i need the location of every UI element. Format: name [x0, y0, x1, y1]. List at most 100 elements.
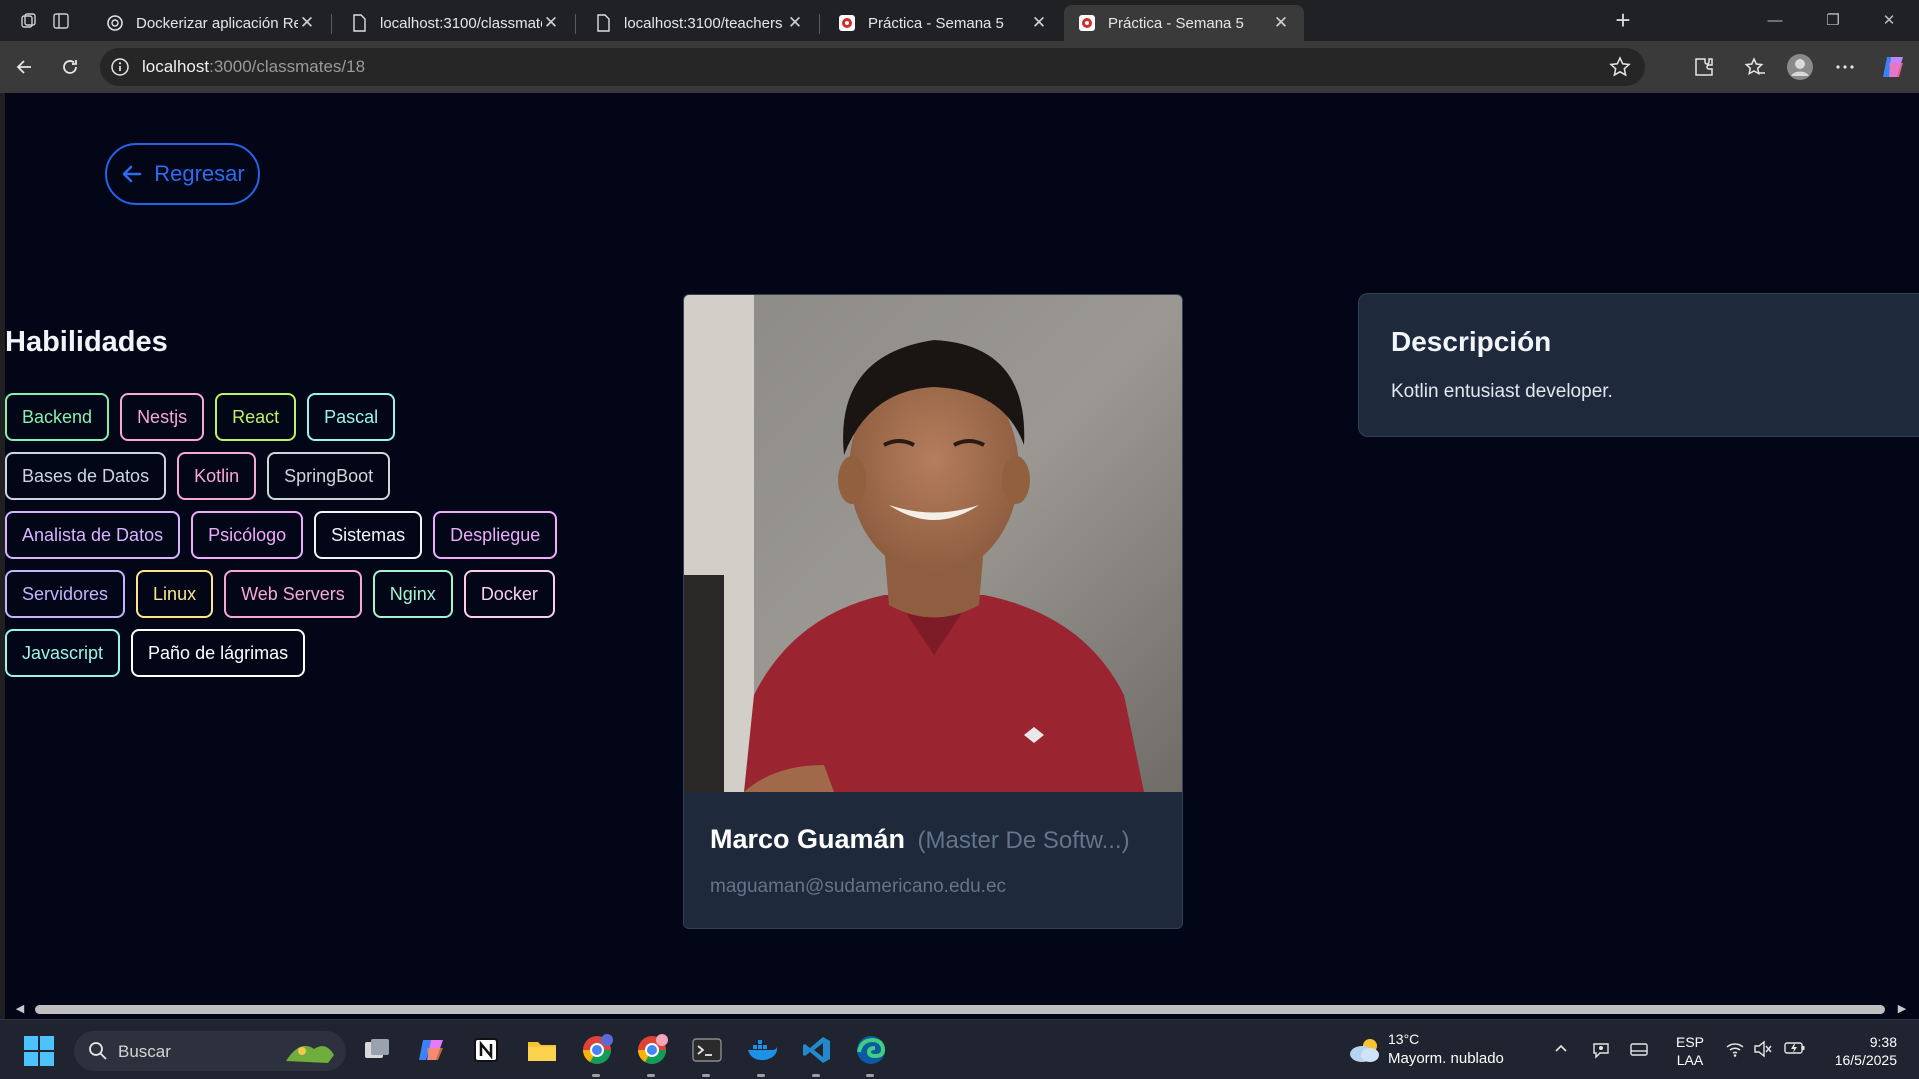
chevron-up-icon[interactable] — [1550, 1040, 1572, 1062]
file-explorer-icon[interactable] — [525, 1033, 559, 1067]
close-icon[interactable]: ✕ — [298, 14, 316, 32]
edge-icon[interactable] — [854, 1033, 888, 1067]
search-highlight-icon — [286, 1045, 334, 1063]
skill-chip: Docker — [463, 570, 555, 618]
tab-dockerizar[interactable]: Dockerizar aplicación React ✕ — [92, 5, 330, 41]
clock[interactable]: 9:38 16/5/2025 — [1835, 1033, 1897, 1069]
weather-temperature: 13°C — [1388, 1031, 1420, 1047]
minimize-button[interactable]: — — [1752, 6, 1798, 36]
back-arrow-icon[interactable] — [8, 51, 40, 83]
tab-title: localhost:3100/teachers — [624, 14, 783, 32]
skill-chip: Servidores — [5, 570, 126, 618]
tab-practica-1[interactable]: Práctica - Semana 5 ✕ — [824, 5, 1062, 41]
scroll-right-icon[interactable]: ▶ — [1895, 1002, 1909, 1016]
windows-start-icon[interactable] — [24, 1036, 54, 1066]
skill-chip: Despliegue — [433, 511, 558, 559]
taskbar: Buscar 13°C Mayorm. nublado ESP LAA 9:38… — [0, 1019, 1919, 1079]
skill-chip: Paño de lágrimas — [131, 629, 306, 677]
keyboard-layout: LAA — [1676, 1052, 1704, 1068]
extensions-icon[interactable] — [1689, 52, 1719, 82]
docker-icon[interactable] — [745, 1033, 779, 1067]
battery-charging-icon[interactable] — [1784, 1040, 1806, 1062]
cloudy-weather-icon — [1350, 1039, 1379, 1062]
more-options-icon[interactable] — [1830, 52, 1860, 82]
profile-card: Marco Guamán (Master De Softw...) maguam… — [683, 294, 1183, 929]
profile-role: (Master De Softw...) — [917, 827, 1130, 854]
browser-toolbar: localhost:3000/classmates/18 — [0, 41, 1919, 93]
page-viewport: Regresar Habilidades Backend Nestjs React P… — [5, 93, 1919, 999]
skill-chip: SpringBoot — [267, 452, 391, 500]
tab-title: Dockerizar aplicación React — [136, 14, 298, 32]
favorite-star-icon[interactable] — [1609, 56, 1631, 78]
workspaces-icon[interactable] — [16, 8, 42, 34]
search-icon — [89, 1042, 107, 1060]
skill-chip: Kotlin — [177, 452, 257, 500]
skill-chip: Bases de Datos — [5, 452, 167, 500]
back-button-label: Regresar — [154, 161, 245, 186]
restore-button[interactable]: ❐ — [1810, 6, 1856, 36]
favorites-icon[interactable] — [1740, 52, 1770, 82]
new-tab-button[interactable]: + — [1608, 6, 1638, 36]
skill-chip: Javascript — [5, 629, 121, 677]
scroll-left-icon[interactable]: ◀ — [13, 1002, 27, 1016]
scrollbar-thumb[interactable] — [35, 1005, 1885, 1014]
chatgpt-icon — [106, 14, 124, 32]
skill-chip: Web Servers — [224, 570, 362, 618]
tab-title: localhost:3100/classmates — [380, 14, 542, 32]
volume-muted-icon[interactable] — [1752, 1040, 1774, 1062]
clock-date: 16/5/2025 — [1834, 1052, 1897, 1068]
close-icon[interactable]: ✕ — [1272, 14, 1290, 32]
task-view-icon[interactable] — [360, 1033, 394, 1067]
wifi-icon[interactable] — [1724, 1040, 1746, 1062]
tab-practica-2-active[interactable]: Práctica - Semana 5 ✕ — [1064, 5, 1304, 41]
meet-now-icon[interactable] — [1590, 1040, 1612, 1062]
tab-classmates[interactable]: localhost:3100/classmates ✕ — [336, 5, 574, 41]
taskbar-search[interactable]: Buscar — [74, 1031, 346, 1071]
url-host: localhost — [142, 57, 210, 76]
chrome-icon[interactable] — [635, 1033, 669, 1067]
skill-chip: Analista de Datos — [5, 511, 181, 559]
search-label: Buscar — [118, 1042, 171, 1061]
tab-teachers[interactable]: localhost:3100/teachers ✕ — [580, 5, 818, 41]
address-bar[interactable]: localhost:3000/classmates/18 — [100, 48, 1645, 86]
close-icon[interactable]: ✕ — [1030, 14, 1048, 32]
skill-chip: Backend — [5, 393, 110, 441]
skills-heading: Habilidades — [5, 326, 168, 358]
profile-name-line: Marco Guamán (Master De Softw...) — [710, 824, 1130, 855]
profile-email: maguaman@sudamericano.edu.ec — [710, 876, 1007, 897]
url-text: localhost:3000/classmates/18 — [142, 57, 365, 77]
site-info-icon[interactable] — [110, 57, 130, 77]
profile-name: Marco Guamán — [710, 824, 906, 854]
clock-time: 9:38 — [1869, 1034, 1897, 1050]
tab-strip: Dockerizar aplicación React ✕ localhost:… — [0, 0, 1919, 41]
skill-chip: Nginx — [372, 570, 453, 618]
language-indicator[interactable]: ESP LAA — [1676, 1033, 1704, 1069]
horizontal-scrollbar[interactable]: ◀ ▶ — [5, 999, 1919, 1019]
reload-icon[interactable] — [54, 51, 86, 83]
display-icon[interactable] — [1628, 1040, 1650, 1062]
description-text: Kotlin entusiast developer. — [1391, 381, 1613, 402]
profile-info: Marco Guamán (Master De Softw...) maguam… — [684, 792, 1182, 928]
skill-chip: React — [215, 393, 297, 441]
weather-widget[interactable]: 13°C Mayorm. nublado — [1348, 1030, 1518, 1072]
terminal-icon[interactable] — [690, 1033, 724, 1067]
vertical-tabs-icon[interactable] — [48, 8, 74, 34]
page-icon — [594, 14, 612, 32]
vscode-icon[interactable] — [800, 1033, 834, 1067]
tab-title: Práctica - Semana 5 — [868, 14, 1004, 32]
close-icon[interactable]: ✕ — [786, 14, 804, 32]
back-button[interactable]: Regresar — [105, 143, 260, 205]
copilot-taskbar-icon[interactable] — [415, 1033, 449, 1067]
skill-chip: Psicólogo — [191, 511, 304, 559]
profile-avatar-icon[interactable] — [1785, 52, 1815, 82]
copilot-icon[interactable] — [1878, 52, 1908, 82]
description-card: Descripción Kotlin entusiast developer. — [1358, 293, 1919, 437]
moodle-icon — [838, 14, 856, 32]
page-icon — [350, 14, 368, 32]
chrome-profile-icon[interactable] — [580, 1033, 614, 1067]
weather-condition: Mayorm. nublado — [1388, 1050, 1504, 1067]
close-icon[interactable]: ✕ — [542, 14, 560, 32]
notion-icon[interactable] — [469, 1033, 503, 1067]
profile-photo — [684, 295, 1182, 792]
close-window-button[interactable]: ✕ — [1866, 6, 1912, 36]
